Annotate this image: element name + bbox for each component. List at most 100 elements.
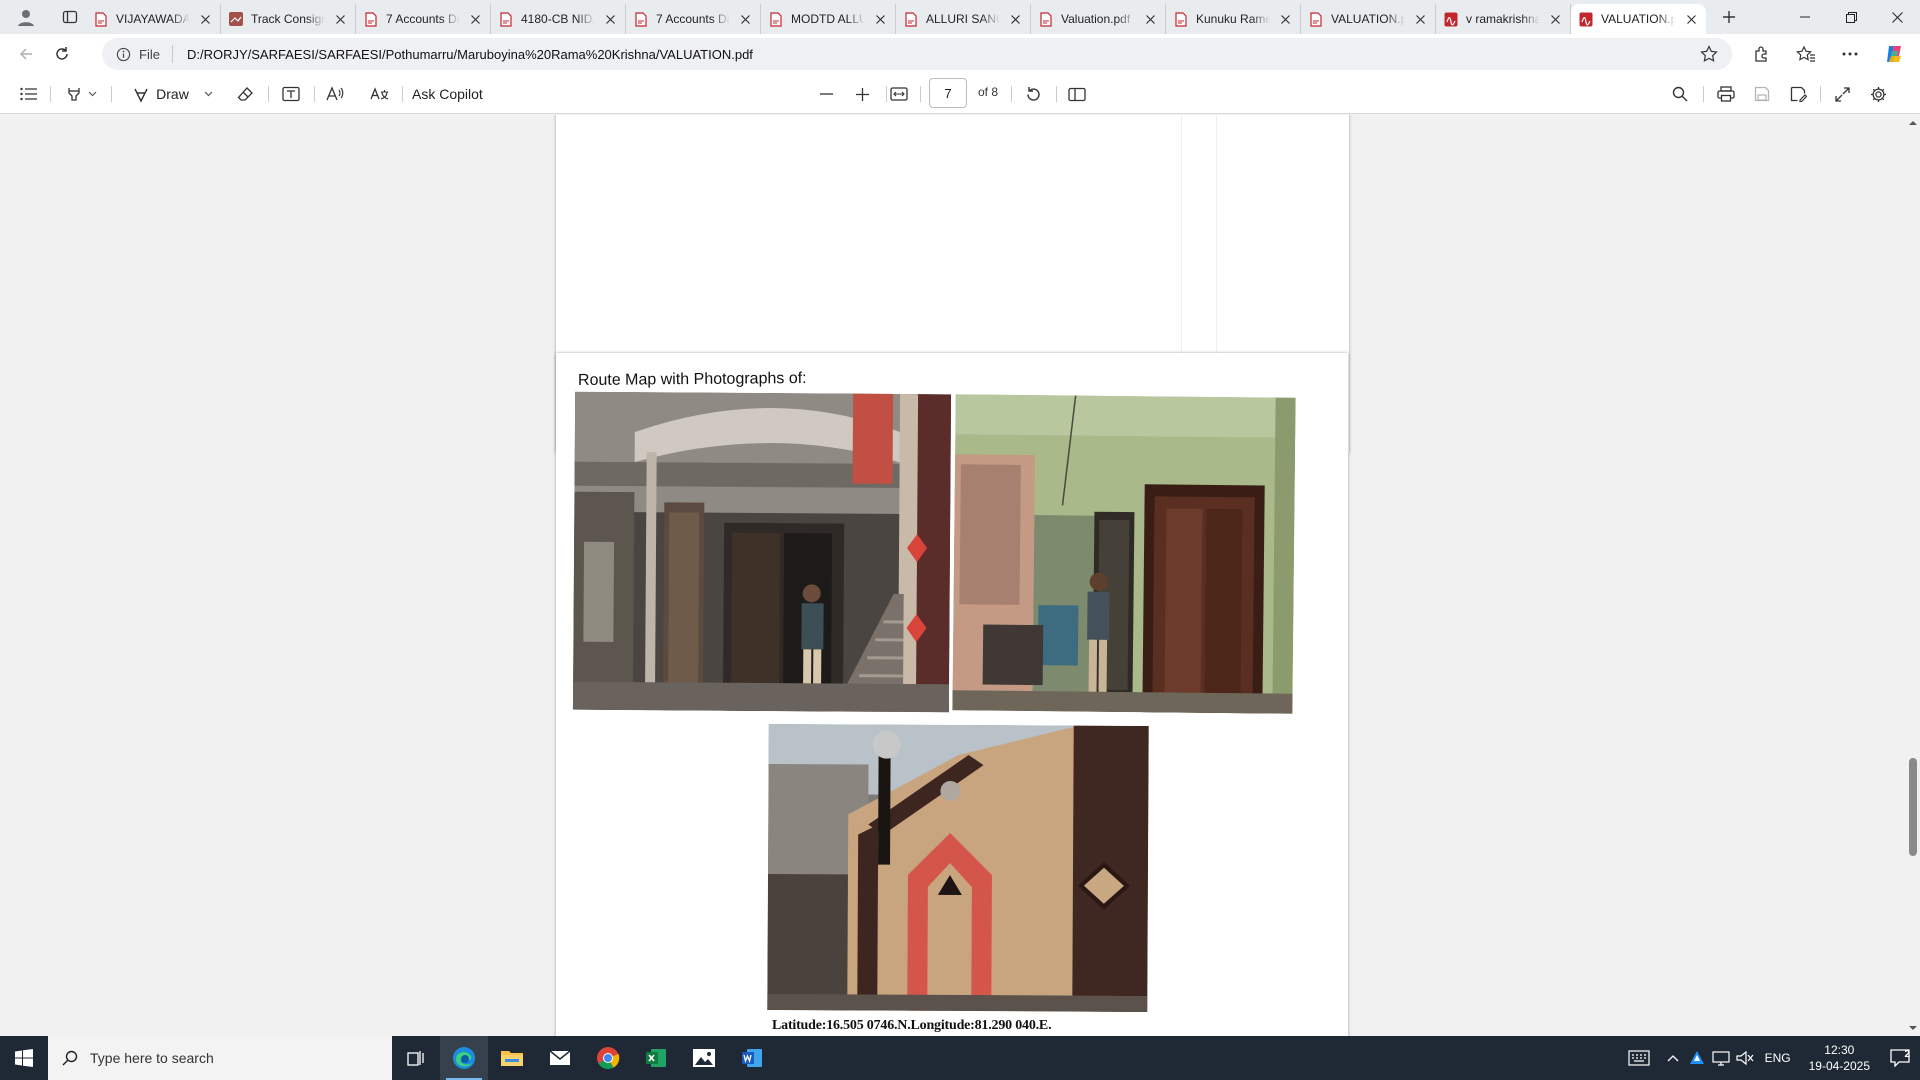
taskbar-edge[interactable] bbox=[440, 1036, 488, 1080]
profile-button[interactable] bbox=[12, 3, 40, 31]
browser-tab[interactable]: 7 Accounts Di bbox=[356, 4, 491, 34]
volume-tray-button[interactable] bbox=[1733, 1036, 1757, 1080]
erase-button[interactable] bbox=[232, 80, 258, 108]
browser-tab[interactable]: VALUATION.p bbox=[1301, 4, 1436, 34]
tab-actions-icon bbox=[62, 10, 78, 24]
tab-close-button[interactable] bbox=[1008, 12, 1022, 26]
ask-copilot-button[interactable]: Ask Copilot bbox=[412, 80, 502, 108]
tab-close-button[interactable] bbox=[333, 12, 347, 26]
browser-tab[interactable]: Kunuku Rame bbox=[1166, 4, 1301, 34]
draw-button[interactable]: Draw bbox=[126, 80, 196, 108]
scroll-up-arrow-icon[interactable] bbox=[1909, 119, 1917, 127]
url-text[interactable]: D:/RORJY/SARFAESI/SARFAESI/Pothumarru/Ma… bbox=[173, 47, 753, 62]
network-tray-button[interactable] bbox=[1709, 1036, 1733, 1080]
browser-tab[interactable]: 7 Accounts Di bbox=[626, 4, 761, 34]
find-button[interactable] bbox=[1666, 80, 1694, 108]
pdf-settings-button[interactable] bbox=[1864, 80, 1892, 108]
touch-keyboard-button[interactable] bbox=[1617, 1036, 1661, 1080]
restore-button[interactable] bbox=[1828, 0, 1874, 34]
chevron-down-icon bbox=[88, 91, 96, 97]
extensions-button[interactable] bbox=[1744, 38, 1780, 70]
taskbar-excel[interactable] bbox=[632, 1036, 680, 1080]
browser-tab[interactable]: ALLURI SANC bbox=[896, 4, 1031, 34]
clock[interactable]: 12:30 19-04-2025 bbox=[1799, 1042, 1880, 1074]
back-button[interactable] bbox=[8, 38, 44, 70]
onedrive-tray-button[interactable] bbox=[1685, 1036, 1709, 1080]
task-view-button[interactable] bbox=[392, 1036, 440, 1080]
contents-button[interactable] bbox=[14, 80, 42, 108]
browser-tab[interactable]: VIJAYAWADA bbox=[86, 4, 221, 34]
save-button[interactable] bbox=[1748, 80, 1776, 108]
tab-title: ALLURI SANC bbox=[926, 12, 1000, 26]
taskbar-word[interactable] bbox=[728, 1036, 776, 1080]
tab-favicon bbox=[499, 11, 513, 27]
minimize-button[interactable] bbox=[1782, 0, 1828, 34]
tab-actions-button[interactable] bbox=[56, 3, 84, 31]
favorite-button[interactable] bbox=[1700, 45, 1718, 66]
highlight-button[interactable] bbox=[60, 80, 102, 108]
translate-button[interactable] bbox=[366, 80, 392, 108]
text-box-button[interactable] bbox=[278, 80, 304, 108]
toolbar-divider bbox=[111, 86, 112, 102]
browser-tab[interactable]: Valuation.pdf bbox=[1031, 4, 1166, 34]
browser-tab[interactable]: MODTD ALLU bbox=[761, 4, 896, 34]
vertical-scrollbar[interactable] bbox=[1906, 115, 1920, 1036]
page-number-input[interactable]: 7 bbox=[929, 78, 967, 108]
read-aloud-button[interactable] bbox=[322, 80, 348, 108]
pdf-viewport[interactable]: Route Map with Photographs of: Latitude:… bbox=[0, 115, 1920, 1036]
zoom-in-button[interactable] bbox=[848, 80, 876, 108]
scrollbar-thumb[interactable] bbox=[1909, 758, 1917, 856]
tab-close-button[interactable] bbox=[1143, 12, 1157, 26]
language-indicator[interactable]: ENG bbox=[1757, 1051, 1799, 1065]
rotate-button[interactable] bbox=[1020, 80, 1046, 108]
tab-close-button[interactable] bbox=[1278, 12, 1292, 26]
tab-favicon bbox=[634, 11, 648, 27]
photos-icon bbox=[693, 1049, 715, 1067]
tab-close-button[interactable] bbox=[1548, 12, 1562, 26]
browser-tab[interactable]: 4180-CB NIDA bbox=[491, 4, 626, 34]
toolbar-divider bbox=[314, 86, 315, 102]
tab-close-button[interactable] bbox=[1413, 12, 1427, 26]
toolbar-divider bbox=[1820, 86, 1821, 102]
address-bar[interactable]: File D:/RORJY/SARFAESI/SARFAESI/Pothumar… bbox=[102, 38, 1732, 70]
refresh-button[interactable] bbox=[44, 38, 80, 70]
save-as-button[interactable] bbox=[1784, 80, 1812, 108]
scroll-down-arrow-icon[interactable] bbox=[1909, 1024, 1917, 1032]
taskbar-photos[interactable] bbox=[680, 1036, 728, 1080]
settings-more-button[interactable] bbox=[1832, 38, 1868, 70]
favorites-button[interactable] bbox=[1788, 38, 1824, 70]
tab-close-button[interactable] bbox=[198, 12, 212, 26]
fullscreen-button[interactable] bbox=[1828, 80, 1856, 108]
tab-title: 7 Accounts Di bbox=[386, 12, 460, 26]
browser-tab[interactable]: v ramakrishna bbox=[1436, 4, 1571, 34]
tab-close-button[interactable] bbox=[873, 12, 887, 26]
notification-count: 2 bbox=[1904, 1049, 1910, 1060]
fit-width-button[interactable] bbox=[886, 80, 912, 108]
taskbar-file-explorer[interactable] bbox=[488, 1036, 536, 1080]
tab-title: VALUATION.p bbox=[1601, 12, 1676, 26]
profile-icon bbox=[18, 10, 34, 26]
tab-close-button[interactable] bbox=[468, 12, 482, 26]
taskbar-mail[interactable] bbox=[536, 1036, 584, 1080]
show-hidden-icons-button[interactable] bbox=[1661, 1036, 1685, 1080]
copilot-button[interactable] bbox=[1876, 38, 1912, 70]
print-button[interactable] bbox=[1712, 80, 1740, 108]
taskbar-chrome[interactable] bbox=[584, 1036, 632, 1080]
browser-tab[interactable]: Track Consign bbox=[221, 4, 356, 34]
toolbar-divider bbox=[1011, 86, 1012, 102]
close-window-button[interactable] bbox=[1874, 0, 1920, 34]
draw-options-button[interactable] bbox=[200, 80, 216, 108]
tab-close-button[interactable] bbox=[738, 12, 752, 26]
tab-close-button[interactable] bbox=[1684, 12, 1698, 26]
zoom-out-button[interactable] bbox=[812, 80, 840, 108]
notification-center-button[interactable]: 2 bbox=[1880, 1036, 1920, 1080]
windows-taskbar: Type here to search ENG 12:30 19-04-2025… bbox=[0, 1036, 1920, 1080]
new-tab-button[interactable] bbox=[1712, 2, 1746, 32]
site-info-button[interactable]: File bbox=[116, 45, 173, 63]
page-view-button[interactable] bbox=[1064, 80, 1090, 108]
taskbar-search[interactable]: Type here to search bbox=[48, 1036, 392, 1080]
pdf-icon bbox=[500, 11, 512, 27]
start-button[interactable] bbox=[0, 1036, 48, 1080]
tab-close-button[interactable] bbox=[603, 12, 617, 26]
browser-tab[interactable]: VALUATION.p bbox=[1571, 4, 1706, 34]
